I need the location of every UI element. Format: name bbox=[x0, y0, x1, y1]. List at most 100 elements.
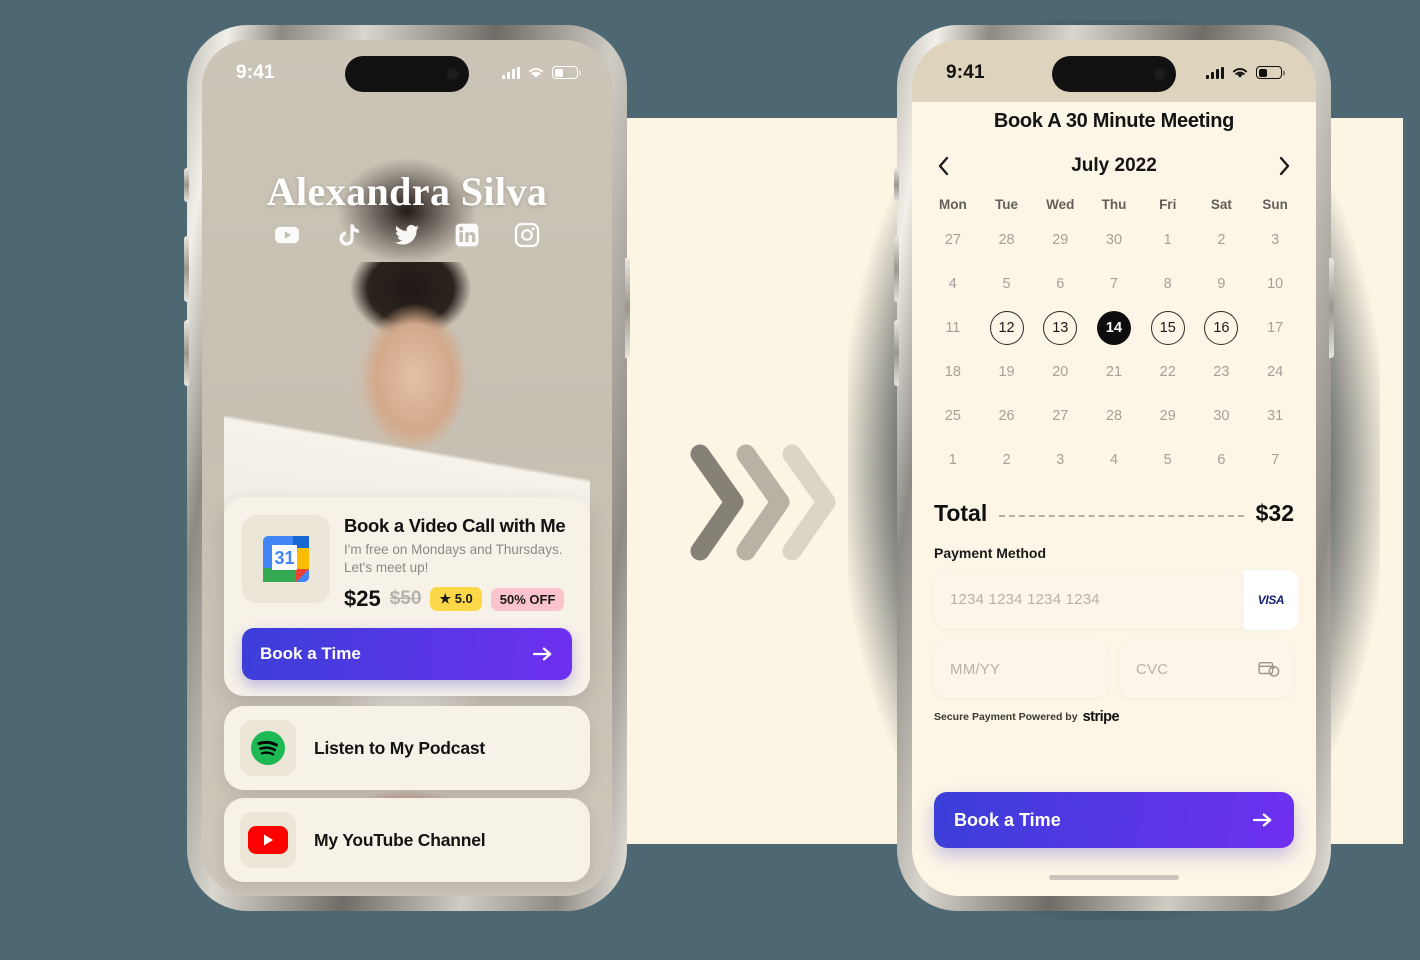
front-camera-icon bbox=[445, 66, 460, 82]
calendar-day-label: 8 bbox=[1163, 276, 1172, 292]
silence-switch[interactable] bbox=[184, 168, 189, 202]
calendar-day-1: 1 bbox=[1141, 218, 1195, 262]
calendar-day-28: 28 bbox=[980, 218, 1034, 262]
calendar-day-7: 7 bbox=[1248, 438, 1302, 482]
calendar-day-28: 28 bbox=[1087, 394, 1141, 438]
volume-down-button[interactable] bbox=[184, 320, 189, 386]
list-item[interactable]: Listen to My Podcast bbox=[224, 706, 590, 790]
tiktok-icon[interactable] bbox=[334, 222, 360, 248]
battery-icon bbox=[1256, 66, 1282, 79]
cvc-field[interactable]: CVC bbox=[1120, 640, 1294, 698]
booking-title: Book a Video Call with Me bbox=[344, 515, 566, 537]
right-phone-screen: 9:41 Book A 30 Minute Meeting July 2022 bbox=[912, 40, 1316, 896]
rating-badge: ★ 5.0 bbox=[430, 587, 482, 611]
calendar-day-12[interactable]: 12 bbox=[980, 306, 1034, 350]
calendar-day-17: 17 bbox=[1248, 306, 1302, 350]
calendar-week-row: 1 2 3 4 5 6 7 bbox=[926, 438, 1302, 482]
phone-right: 9:41 Book A 30 Minute Meeting July 2022 bbox=[894, 25, 1334, 911]
booking-card: 31 Book a Video Call with Me I'm free on… bbox=[224, 497, 590, 696]
calendar-day-5: 5 bbox=[980, 262, 1034, 306]
calendar-day-label: 30 bbox=[1213, 408, 1230, 424]
link-thumbnail bbox=[240, 812, 296, 868]
calendar-day-14[interactable]: 14 bbox=[1087, 306, 1141, 350]
day-header: Sun bbox=[1262, 197, 1288, 212]
arrow-right-icon bbox=[1252, 811, 1274, 829]
price: $25 bbox=[344, 586, 381, 611]
calendar-day-label: 31 bbox=[1267, 408, 1284, 424]
youtube-icon[interactable] bbox=[274, 222, 300, 248]
calendar-day-7: 7 bbox=[1087, 262, 1141, 306]
twitter-icon[interactable] bbox=[394, 222, 420, 248]
status-indicators bbox=[502, 66, 578, 79]
cellular-bars-icon bbox=[1206, 66, 1224, 79]
calendar-day-3: 3 bbox=[1248, 218, 1302, 262]
calendar-week-row: 27 28 29 30 1 2 3 bbox=[926, 218, 1302, 262]
calendar-day-label: 7 bbox=[1109, 276, 1119, 292]
volume-down-button[interactable] bbox=[894, 320, 899, 386]
calendar-day-16[interactable]: 16 bbox=[1195, 306, 1249, 350]
calendar-day-label: 17 bbox=[1267, 320, 1284, 336]
list-item[interactable]: My YouTube Channel bbox=[224, 798, 590, 882]
calendar-day-13[interactable]: 13 bbox=[1033, 306, 1087, 350]
card-number-field[interactable]: 1234 1234 1234 1234 VISA bbox=[934, 570, 1298, 630]
calendar-day-5: 5 bbox=[1141, 438, 1195, 482]
calendar-day-label: 29 bbox=[1159, 408, 1176, 424]
book-a-time-button[interactable]: Book a Time bbox=[242, 628, 572, 680]
calendar-day-22: 22 bbox=[1141, 350, 1195, 394]
page-title: Alexandra Silva bbox=[266, 169, 548, 214]
social-links bbox=[202, 222, 612, 248]
calendar-day-19: 19 bbox=[980, 350, 1034, 394]
calendar-day-label: 10 bbox=[1267, 276, 1284, 292]
calendar-day-2: 2 bbox=[1195, 218, 1249, 262]
dynamic-island bbox=[345, 56, 469, 92]
calendar-day-30: 30 bbox=[1195, 394, 1249, 438]
calendar-day-label: 18 bbox=[944, 364, 961, 380]
chevron-left-icon[interactable] bbox=[936, 155, 952, 177]
total-row: Total $32 bbox=[912, 500, 1316, 527]
calendar-day-label: 14 bbox=[1096, 311, 1131, 345]
visa-icon: VISA bbox=[1244, 570, 1298, 630]
arrow-right-icon bbox=[532, 645, 554, 663]
calendar-day-label: 2 bbox=[1217, 232, 1226, 248]
google-calendar-icon: 31 bbox=[263, 536, 309, 583]
calendar-day-label: 7 bbox=[1271, 452, 1280, 468]
power-button[interactable] bbox=[625, 258, 630, 358]
cellular-bars-icon bbox=[502, 66, 520, 79]
instagram-icon[interactable] bbox=[514, 222, 540, 248]
day-header: Sat bbox=[1210, 197, 1232, 212]
calendar-day-26: 26 bbox=[980, 394, 1034, 438]
calendar-day-23: 23 bbox=[1195, 350, 1249, 394]
calendar-day-label: 5 bbox=[1002, 276, 1011, 292]
home-indicator[interactable] bbox=[1049, 875, 1179, 880]
volume-up-button[interactable] bbox=[184, 236, 189, 302]
power-button[interactable] bbox=[1329, 258, 1334, 358]
calendar-day-15[interactable]: 15 bbox=[1141, 306, 1195, 350]
calendar-day-label: 16 bbox=[1204, 311, 1239, 345]
linkedin-icon[interactable] bbox=[454, 222, 480, 248]
calendar-nav: July 2022 bbox=[912, 155, 1316, 177]
calendar-day-label: 28 bbox=[998, 232, 1015, 248]
calendar-day-29: 29 bbox=[1141, 394, 1195, 438]
calendar-day-label: 1 bbox=[1163, 232, 1172, 248]
calendar-day-label: 27 bbox=[1052, 408, 1069, 424]
calendar-day-2: 2 bbox=[980, 438, 1034, 482]
calendar-week-row: 4 5 6 7 8 9 10 bbox=[926, 262, 1302, 306]
calendar-day-3: 3 bbox=[1033, 438, 1087, 482]
chevron-right-icon bbox=[782, 440, 840, 565]
expiry-field[interactable]: MM/YY bbox=[934, 640, 1108, 698]
calendar-day-label: 12 bbox=[989, 311, 1024, 345]
book-a-time-button[interactable]: Book a Time bbox=[934, 792, 1294, 848]
link-thumbnail bbox=[240, 720, 296, 776]
day-header: Tue bbox=[995, 197, 1019, 212]
calendar-weeks: 27 28 29 30 1 2 3 4 5 6 7 8 9 10 11 12 13 14 15 16 17 18 19 20 2… bbox=[926, 218, 1302, 482]
calendar-day-label: 11 bbox=[945, 320, 961, 336]
original-price: $50 bbox=[389, 588, 422, 609]
silence-switch[interactable] bbox=[894, 168, 899, 202]
payment-section-label: Payment Method bbox=[934, 545, 1047, 561]
volume-up-button[interactable] bbox=[894, 236, 899, 302]
secure-payment-text: Secure Payment Powered by bbox=[934, 711, 1078, 723]
phone-left: 9:41 Alexandra Silva 31 Book a Video Cal… bbox=[184, 25, 630, 911]
calendar-day-label: 21 bbox=[1105, 364, 1123, 380]
chevron-right-icon[interactable] bbox=[1276, 155, 1292, 177]
day-header: Thu bbox=[1101, 197, 1127, 212]
